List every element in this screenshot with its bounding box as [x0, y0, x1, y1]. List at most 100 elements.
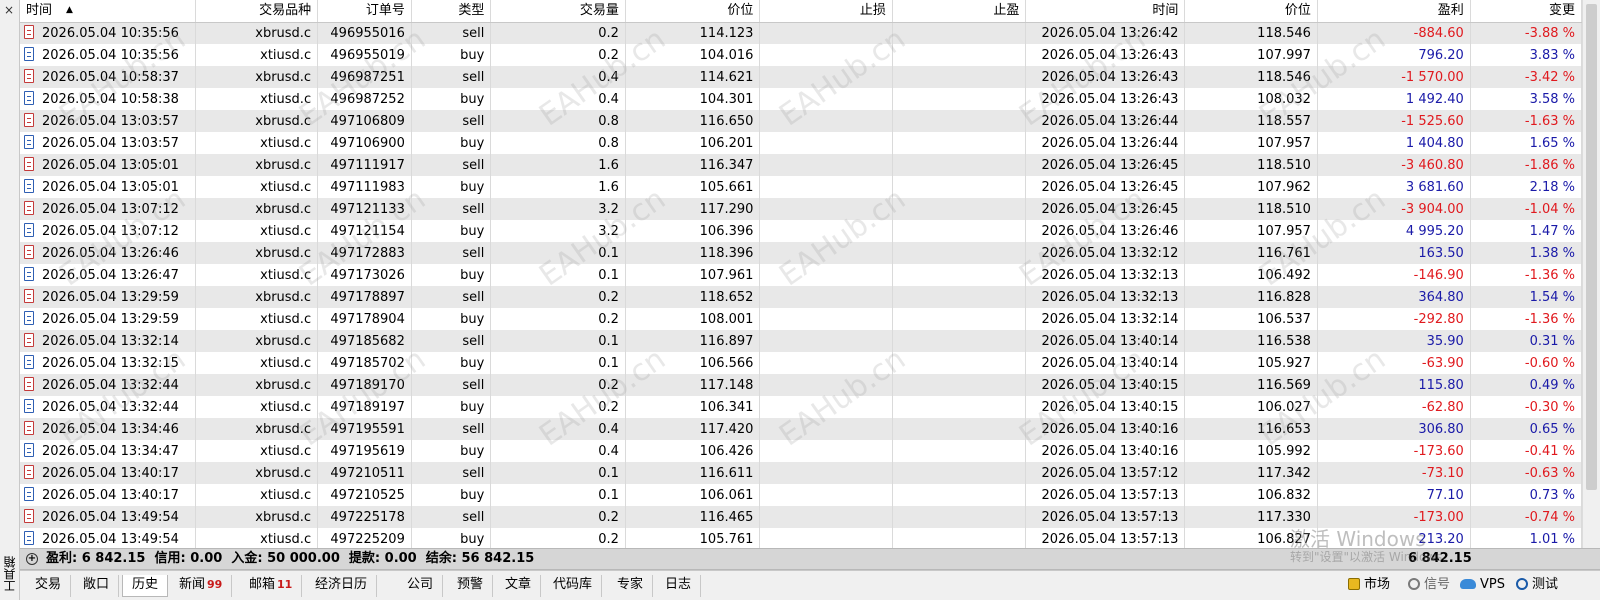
- table-row[interactable]: 2026.05.04 13:26:47 xtiusd.c 497173026 buy 0…: [20, 264, 1582, 286]
- cell-take-profit: [892, 176, 1027, 198]
- cell-stop-loss: [759, 264, 893, 286]
- cell-stop-loss: [759, 484, 893, 506]
- cell-open-price: 104.016: [625, 44, 761, 66]
- column-header-order-id[interactable]: 订单号: [317, 0, 412, 23]
- cell-close-price: 116.569: [1184, 374, 1318, 396]
- cell-open-price: 108.001: [625, 308, 761, 330]
- tab-8[interactable]: 文章: [496, 575, 542, 597]
- column-header-close-price[interactable]: 价位: [1184, 0, 1318, 23]
- cell-symbol: xbrusd.c: [195, 330, 319, 352]
- table-row[interactable]: 2026.05.04 13:32:44 xbrusd.c 497189170 sell…: [20, 374, 1582, 396]
- cell-type: buy: [411, 440, 492, 462]
- table-row[interactable]: 2026.05.04 10:58:38 xtiusd.c 496987252 buy 0…: [20, 88, 1582, 110]
- table-row[interactable]: 2026.05.04 13:03:57 xbrusd.c 497106809 sell…: [20, 110, 1582, 132]
- column-header-open-time[interactable]: 时间 ▲: [20, 0, 196, 23]
- column-header-take-profit[interactable]: 止盈: [892, 0, 1027, 23]
- cell-open-time: 2026.05.04 13:34:46: [20, 418, 196, 440]
- cell-take-profit: [892, 440, 1027, 462]
- table-row[interactable]: 2026.05.04 13:40:17 xtiusd.c 497210525 buy 0…: [20, 484, 1582, 506]
- tab-6[interactable]: 公司: [398, 575, 444, 597]
- column-header-profit[interactable]: 盈利: [1317, 0, 1471, 23]
- column-header-type[interactable]: 类型: [411, 0, 492, 23]
- cell-close-time: 2026.05.04 13:57:12: [1025, 462, 1186, 484]
- table-row[interactable]: 2026.05.04 10:58:37 xbrusd.c 496987251 sell…: [20, 66, 1582, 88]
- sell-deal-icon: [24, 508, 34, 523]
- vps-button[interactable]: VPS: [1460, 575, 1505, 597]
- cell-profit: -63.90: [1317, 352, 1471, 374]
- table-row[interactable]: 2026.05.04 13:49:54 xbrusd.c 497225178 sell…: [20, 506, 1582, 528]
- cell-take-profit: [892, 396, 1027, 418]
- cell-stop-loss: [759, 110, 893, 132]
- cell-close-time: 2026.05.04 13:26:45: [1025, 176, 1186, 198]
- cell-open-price: 114.621: [625, 66, 761, 88]
- table-row[interactable]: 2026.05.04 10:35:56 xbrusd.c 496955016 sell…: [20, 22, 1582, 44]
- column-header-close-time[interactable]: 时间: [1025, 0, 1186, 23]
- cell-stop-loss: [759, 176, 893, 198]
- tab-7[interactable]: 预警: [448, 575, 494, 597]
- market-button[interactable]: 市场: [1348, 575, 1390, 597]
- table-row[interactable]: 2026.05.04 13:32:44 xtiusd.c 497189197 buy 0…: [20, 396, 1582, 418]
- cell-order-id: 497195591: [317, 418, 412, 440]
- buy-deal-icon: [24, 530, 34, 545]
- cell-close-time: 2026.05.04 13:40:15: [1025, 374, 1186, 396]
- cell-close-price: 108.032: [1184, 88, 1318, 110]
- table-row[interactable]: 2026.05.04 13:07:12 xtiusd.c 497121154 buy 3…: [20, 220, 1582, 242]
- scrollbar-thumb[interactable]: [1586, 4, 1597, 490]
- toolbox-strip: × 工具箱: [0, 0, 20, 600]
- table-row[interactable]: 2026.05.04 13:29:59 xbrusd.c 497178897 sell…: [20, 286, 1582, 308]
- tab-2[interactable]: 历史: [122, 575, 169, 597]
- cell-order-id: 497178897: [317, 286, 412, 308]
- column-header-stop-loss[interactable]: 止损: [759, 0, 893, 23]
- cell-volume: 0.2: [490, 286, 626, 308]
- cell-volume: 3.2: [490, 198, 626, 220]
- column-header-volume[interactable]: 交易量: [490, 0, 626, 23]
- table-row[interactable]: 2026.05.04 13:40:17 xbrusd.c 497210511 sell…: [20, 462, 1582, 484]
- buy-deal-icon: [24, 46, 34, 61]
- cell-profit: -1 570.00: [1317, 66, 1471, 88]
- table-row[interactable]: 2026.05.04 13:49:54 xtiusd.c 497225209 buy 0…: [20, 528, 1582, 548]
- tab-5[interactable]: 经济日历: [306, 575, 378, 597]
- cell-order-id: 497106900: [317, 132, 412, 154]
- table-row[interactable]: 2026.05.04 13:03:57 xtiusd.c 497106900 buy 0…: [20, 132, 1582, 154]
- sell-deal-icon: [24, 156, 34, 171]
- table-row[interactable]: 2026.05.04 13:32:14 xbrusd.c 497185682 sell…: [20, 330, 1582, 352]
- table-row[interactable]: 2026.05.04 13:29:59 xtiusd.c 497178904 buy 0…: [20, 308, 1582, 330]
- table-row[interactable]: 2026.05.04 13:05:01 xtiusd.c 497111983 buy 1…: [20, 176, 1582, 198]
- table-row[interactable]: 2026.05.04 13:07:12 xbrusd.c 497121133 sell…: [20, 198, 1582, 220]
- table-row[interactable]: 2026.05.04 13:34:46 xbrusd.c 497195591 sell…: [20, 418, 1582, 440]
- cell-close-time: 2026.05.04 13:26:44: [1025, 110, 1186, 132]
- expand-plus-icon[interactable]: +: [26, 553, 38, 565]
- cell-type: buy: [411, 264, 492, 286]
- cell-close-price: 116.828: [1184, 286, 1318, 308]
- cell-open-price: 114.123: [625, 22, 761, 44]
- table-row[interactable]: 2026.05.04 13:34:47 xtiusd.c 497195619 buy 0…: [20, 440, 1582, 462]
- cell-stop-loss: [759, 396, 893, 418]
- signals-button[interactable]: 信号: [1408, 575, 1450, 597]
- column-header-symbol[interactable]: 交易品种: [195, 0, 319, 23]
- tab-11[interactable]: 日志: [656, 575, 702, 597]
- tab-3[interactable]: 新闻 99: [170, 575, 233, 597]
- close-icon[interactable]: ×: [4, 4, 14, 16]
- column-header-change[interactable]: 变更: [1470, 0, 1582, 23]
- cell-order-id: 497195619: [317, 440, 412, 462]
- cell-profit: -62.80: [1317, 396, 1471, 418]
- cell-order-id: 497189197: [317, 396, 412, 418]
- tab-4[interactable]: 邮箱 11: [240, 575, 303, 597]
- cell-change: 1.47 %: [1470, 220, 1582, 242]
- cell-volume: 0.1: [490, 462, 626, 484]
- table-row[interactable]: 2026.05.04 10:35:56 xtiusd.c 496955019 buy 0…: [20, 44, 1582, 66]
- sell-deal-icon: [24, 24, 34, 39]
- tester-icon: [1516, 578, 1528, 590]
- cell-open-time: 2026.05.04 13:07:12: [20, 198, 196, 220]
- column-header-open-price[interactable]: 价位: [625, 0, 761, 23]
- tab-1[interactable]: 敞口: [74, 575, 120, 597]
- table-row[interactable]: 2026.05.04 13:32:15 xtiusd.c 497185702 buy 0…: [20, 352, 1582, 374]
- tab-10[interactable]: 专家: [608, 575, 654, 597]
- cell-open-time: 2026.05.04 13:26:46: [20, 242, 196, 264]
- table-row[interactable]: 2026.05.04 13:05:01 xbrusd.c 497111917 sell…: [20, 154, 1582, 176]
- table-row[interactable]: 2026.05.04 13:26:46 xbrusd.c 497172883 sell…: [20, 242, 1582, 264]
- tab-0[interactable]: 交易: [26, 575, 72, 597]
- tester-button[interactable]: 测试: [1516, 575, 1558, 597]
- tab-9[interactable]: 代码库: [544, 575, 603, 597]
- vertical-scrollbar[interactable]: [1582, 0, 1600, 548]
